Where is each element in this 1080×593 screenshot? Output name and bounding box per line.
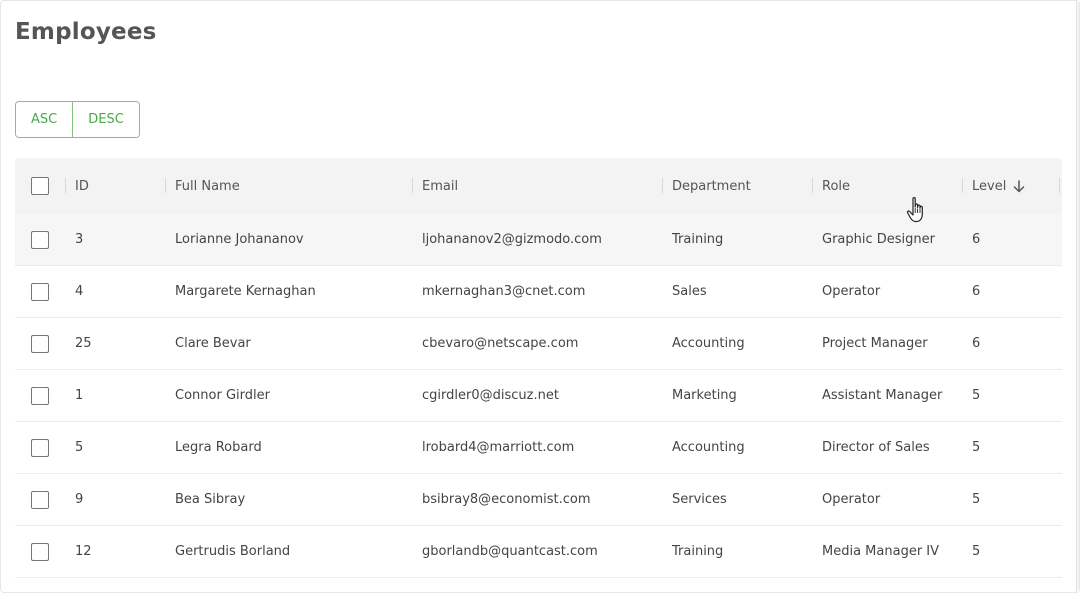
cell-role: Assistant Manager bbox=[822, 388, 943, 403]
table-row[interactable]: 3 Lorianne Johananov ljohananov2@gizmodo.c… bbox=[15, 214, 1062, 266]
cell-department: Training bbox=[672, 544, 724, 559]
column-header-role[interactable]: Role bbox=[822, 158, 850, 214]
select-all-checkbox[interactable] bbox=[31, 177, 49, 195]
cell-full-name: Margarete Kernaghan bbox=[175, 284, 316, 299]
row-select-cell bbox=[31, 422, 49, 473]
asc-button[interactable]: ASC bbox=[16, 102, 73, 137]
scrollbar[interactable] bbox=[1076, 1, 1079, 593]
row-checkbox[interactable] bbox=[31, 386, 49, 405]
cell-email: ljohananov2@gizmodo.com bbox=[422, 232, 602, 247]
cell-level: 5 bbox=[972, 544, 981, 559]
cell-department: Sales bbox=[672, 284, 707, 299]
table-header: ID Full Name Email Department Role Level bbox=[15, 158, 1062, 214]
row-checkbox[interactable] bbox=[31, 334, 49, 353]
arrow-down-icon bbox=[1013, 179, 1025, 193]
column-separator[interactable] bbox=[412, 178, 413, 193]
cell-id: 1 bbox=[75, 388, 84, 403]
row-select-cell bbox=[31, 266, 49, 317]
row-checkbox[interactable] bbox=[31, 230, 49, 249]
table-row[interactable]: 9 Bea Sibray bsibray8@economist.com Service… bbox=[15, 474, 1062, 526]
column-separator[interactable] bbox=[1059, 178, 1060, 193]
cell-level: 6 bbox=[972, 336, 981, 351]
cell-email: cbevaro@netscape.com bbox=[422, 336, 579, 351]
row-checkbox[interactable] bbox=[31, 282, 49, 301]
column-header-full-name[interactable]: Full Name bbox=[175, 158, 240, 214]
cell-full-name: Gertrudis Borland bbox=[175, 544, 291, 559]
cell-level: 6 bbox=[972, 284, 981, 299]
cell-id: 5 bbox=[75, 440, 84, 455]
row-select-cell bbox=[31, 214, 49, 265]
column-separator[interactable] bbox=[165, 178, 166, 193]
cell-level: 5 bbox=[972, 440, 981, 455]
select-all-cell bbox=[31, 158, 49, 214]
column-separator[interactable] bbox=[962, 178, 963, 193]
cell-id: 9 bbox=[75, 492, 84, 507]
cell-level: 6 bbox=[972, 232, 981, 247]
cell-role: Operator bbox=[822, 284, 881, 299]
cell-full-name: Legra Robard bbox=[175, 440, 262, 455]
cell-role: Media Manager IV bbox=[822, 544, 940, 559]
cell-role: Operator bbox=[822, 492, 881, 507]
cell-id: 4 bbox=[75, 284, 84, 299]
column-header-email[interactable]: Email bbox=[422, 158, 458, 214]
cell-role: Director of Sales bbox=[822, 440, 930, 455]
cell-full-name: Bea Sibray bbox=[175, 492, 246, 507]
cell-department: Training bbox=[672, 232, 724, 247]
cell-full-name: Lorianne Johananov bbox=[175, 232, 304, 247]
column-header-department[interactable]: Department bbox=[672, 158, 751, 214]
column-separator[interactable] bbox=[812, 178, 813, 193]
page-title: Employees bbox=[15, 19, 157, 45]
cell-email: lrobard4@marriott.com bbox=[422, 440, 575, 455]
cell-email: mkernaghan3@cnet.com bbox=[422, 284, 586, 299]
table-row[interactable]: 25 Clare Bevar cbevaro@netscape.com Account… bbox=[15, 318, 1062, 370]
cell-role: Project Manager bbox=[822, 336, 928, 351]
table-row[interactable]: 5 Legra Robard lrobard4@marriott.com Accoun… bbox=[15, 422, 1062, 474]
cell-department: Marketing bbox=[672, 388, 737, 403]
page: Employees ASC DESC ID Full Name Email De… bbox=[0, 0, 1080, 593]
row-select-cell bbox=[31, 526, 49, 577]
cell-full-name: Connor Girdler bbox=[175, 388, 270, 403]
cell-full-name: Clare Bevar bbox=[175, 336, 251, 351]
row-select-cell bbox=[31, 370, 49, 421]
cell-email: bsibray8@economist.com bbox=[422, 492, 591, 507]
cell-level: 5 bbox=[972, 388, 981, 403]
row-select-cell bbox=[31, 318, 49, 369]
sort-toggle-group: ASC DESC bbox=[15, 101, 140, 138]
hand-pointer-icon bbox=[906, 197, 923, 223]
cell-email: gborlandb@quantcast.com bbox=[422, 544, 598, 559]
cell-id: 3 bbox=[75, 232, 84, 247]
row-checkbox[interactable] bbox=[31, 438, 49, 457]
cell-id: 12 bbox=[75, 544, 92, 559]
employees-table: ID Full Name Email Department Role Level… bbox=[15, 158, 1062, 578]
row-checkbox[interactable] bbox=[31, 542, 49, 561]
column-header-level[interactable]: Level bbox=[972, 158, 1025, 214]
desc-button[interactable]: DESC bbox=[72, 102, 139, 137]
cell-department: Accounting bbox=[672, 336, 745, 351]
row-select-cell bbox=[31, 474, 49, 525]
column-separator[interactable] bbox=[662, 178, 663, 193]
cell-email: cgirdler0@discuz.net bbox=[422, 388, 559, 403]
cell-level: 5 bbox=[972, 492, 981, 507]
cell-department: Services bbox=[672, 492, 727, 507]
cell-id: 25 bbox=[75, 336, 92, 351]
table-row[interactable]: 4 Margarete Kernaghan mkernaghan3@cnet.com… bbox=[15, 266, 1062, 318]
cell-department: Accounting bbox=[672, 440, 745, 455]
column-header-id[interactable]: ID bbox=[75, 158, 89, 214]
row-checkbox[interactable] bbox=[31, 490, 49, 509]
table-body: 3 Lorianne Johananov ljohananov2@gizmodo.c… bbox=[15, 214, 1062, 578]
table-row[interactable]: 12 Gertrudis Borland gborlandb@quantcast.c… bbox=[15, 526, 1062, 578]
column-header-level-label: Level bbox=[972, 178, 1007, 194]
table-row[interactable]: 1 Connor Girdler cgirdler0@discuz.net Marke… bbox=[15, 370, 1062, 422]
column-separator[interactable] bbox=[65, 178, 66, 193]
